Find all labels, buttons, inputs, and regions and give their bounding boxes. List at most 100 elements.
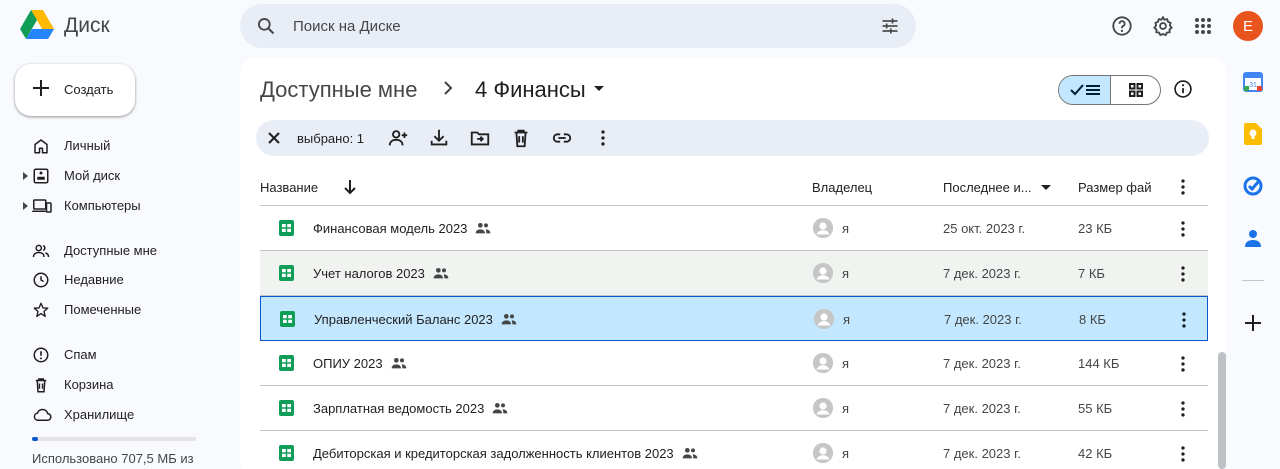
row-more-actions-icon[interactable] [1172, 218, 1194, 240]
file-owner: я [842, 356, 850, 371]
search-input[interactable]: Поиск на Диске [293, 18, 401, 35]
file-owner: я [842, 221, 850, 236]
shared-icon [682, 446, 698, 460]
breadcrumb-shared-with-me[interactable]: Доступные мне [260, 77, 417, 103]
sidebar-item-recent[interactable]: Недавние [20, 266, 230, 294]
trash-icon [32, 376, 50, 394]
help-icon[interactable] [1102, 6, 1142, 46]
main-panel: Доступные мне 4 Финансы выбрано: 1 Назва… [240, 57, 1226, 469]
file-modified-date: 7 дек. 2023 г. [943, 446, 1021, 461]
caret-right-icon[interactable] [23, 202, 28, 210]
svg-text:31: 31 [1249, 82, 1257, 89]
column-header-size: Размер фай [1078, 180, 1152, 195]
file-owner: я [842, 401, 850, 416]
row-more-actions-icon[interactable] [1173, 309, 1195, 331]
owner-avatar-icon [813, 398, 833, 418]
column-options-more-icon[interactable] [1172, 176, 1194, 198]
row-more-actions-icon[interactable] [1172, 398, 1194, 420]
create-button[interactable]: Создать [15, 64, 135, 116]
grid-icon [1129, 83, 1143, 97]
row-more-actions-icon[interactable] [1172, 263, 1194, 285]
file-modified-date: 7 дек. 2023 г. [943, 356, 1021, 371]
shared-icon [501, 312, 517, 326]
share-add-person-icon[interactable] [387, 127, 409, 149]
storage-usage-fill [32, 437, 38, 441]
sidebar-item-personal[interactable]: Личный [20, 132, 230, 160]
file-name[interactable]: Управленческий Баланс 2023 [314, 312, 493, 327]
sidebar-item-spam[interactable]: Спам [20, 341, 230, 369]
add-addon-plus-icon[interactable] [1242, 312, 1264, 334]
file-modified-date: 7 дек. 2023 г. [944, 312, 1022, 327]
row-more-actions-icon[interactable] [1172, 353, 1194, 375]
keep-icon[interactable] [1242, 123, 1264, 145]
contacts-icon[interactable] [1242, 227, 1264, 249]
caret-right-icon[interactable] [23, 172, 28, 180]
sidebar-item-storage[interactable]: Хранилище [20, 401, 230, 429]
table-row[interactable]: Управленческий Баланс 2023 я 7 дек. 2023 г… [260, 296, 1208, 341]
file-name[interactable]: Финансовая модель 2023 [313, 221, 467, 236]
file-name[interactable]: Дебиторская и кредиторская задолженность… [313, 446, 674, 461]
more-vert-icon[interactable] [592, 127, 614, 149]
table-row[interactable]: Дебиторская и кредиторская задолженность… [260, 431, 1208, 469]
table-row[interactable]: Зарплатная ведомость 2023 я 7 дек. 2023 г.… [260, 386, 1208, 431]
google-sheets-icon [279, 265, 294, 281]
view-toggle[interactable] [1058, 75, 1161, 105]
breadcrumb-current-folder[interactable]: 4 Финансы [475, 77, 586, 103]
file-size: 7 КБ [1078, 266, 1105, 281]
table-row[interactable]: Учет налогов 2023 я 7 дек. 2023 г. 7 КБ [260, 251, 1208, 296]
sort-arrow-down-icon[interactable] [343, 179, 357, 195]
google-sheets-icon [279, 400, 294, 416]
search-options-icon[interactable] [880, 16, 900, 36]
spam-icon [32, 346, 50, 364]
grid-view-button[interactable] [1111, 76, 1160, 104]
file-modified-date: 7 дек. 2023 г. [943, 401, 1021, 416]
file-name[interactable]: Учет налогов 2023 [313, 266, 425, 281]
table-row[interactable]: ОПИУ 2023 я 7 дек. 2023 г. 144 КБ [260, 341, 1208, 386]
sidebar-item-my-drive[interactable]: Мой диск [20, 162, 230, 190]
google-sheets-icon [279, 220, 294, 236]
search-bar[interactable]: Поиск на Диске [240, 4, 916, 48]
info-icon[interactable] [1173, 79, 1193, 99]
copy-link-icon[interactable] [551, 127, 573, 149]
apps-grid-icon[interactable] [1183, 6, 1223, 46]
clock-icon [32, 271, 50, 289]
file-modified-date: 25 окт. 2023 г. [943, 221, 1026, 236]
sidebar-item-shared-with-me[interactable]: Доступные мне [20, 237, 230, 265]
drive-logo-icon[interactable] [20, 10, 54, 42]
sidebar-item-trash[interactable]: Корзина [20, 371, 230, 399]
shared-icon [433, 266, 449, 280]
row-more-actions-icon[interactable] [1172, 443, 1194, 465]
owner-avatar-icon [814, 309, 834, 329]
plus-icon [31, 78, 51, 98]
google-sheets-icon [279, 355, 294, 371]
calendar-icon[interactable]: 31 [1242, 71, 1264, 93]
download-icon[interactable] [428, 127, 450, 149]
caret-down-icon[interactable] [1041, 185, 1051, 190]
google-sheets-icon [279, 445, 294, 461]
list-view-button[interactable] [1059, 76, 1111, 104]
column-header-owner: Владелец [812, 180, 873, 195]
storage-usage-text: Использовано 707,5 МБ из [32, 451, 194, 466]
file-name[interactable]: Зарплатная ведомость 2023 [313, 401, 484, 416]
column-header-modified[interactable]: Последнее и... [943, 180, 1032, 195]
caret-down-icon[interactable] [594, 86, 604, 91]
list-icon [1085, 84, 1100, 96]
tasks-icon[interactable] [1242, 175, 1264, 197]
settings-gear-icon[interactable] [1143, 6, 1183, 46]
column-header-name[interactable]: Название [260, 180, 318, 195]
file-name[interactable]: ОПИУ 2023 [313, 356, 383, 371]
app-name[interactable]: Диск [64, 14, 110, 38]
trash-icon[interactable] [510, 127, 532, 149]
sidebar-item-starred[interactable]: Помеченные [20, 296, 230, 324]
create-button-label: Создать [64, 82, 114, 97]
sidebar-item-computers[interactable]: Компьютеры [20, 192, 230, 220]
file-size: 42 КБ [1078, 446, 1113, 461]
file-size: 55 КБ [1078, 401, 1113, 416]
search-icon[interactable] [256, 16, 276, 36]
close-icon[interactable] [264, 128, 284, 148]
scrollbar-thumb[interactable] [1218, 352, 1226, 469]
move-to-folder-icon[interactable] [469, 127, 491, 149]
my-drive-icon [32, 167, 50, 185]
table-row[interactable]: Финансовая модель 2023 я 25 окт. 2023 г. 23… [260, 206, 1208, 251]
account-avatar[interactable]: E [1233, 11, 1263, 41]
